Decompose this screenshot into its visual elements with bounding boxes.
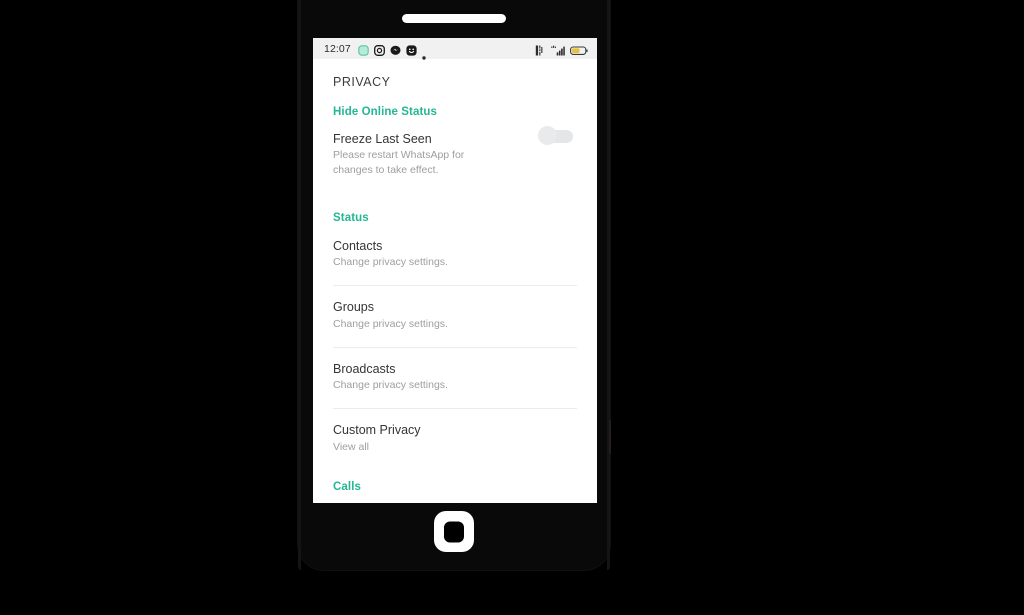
section-status: Status Contacts Change privacy settings.…: [313, 177, 597, 454]
sim-card-icon: [535, 43, 546, 56]
row-freeze-last-seen[interactable]: Freeze Last Seen Please restart WhatsApp…: [313, 118, 597, 177]
row-title: Custom Privacy: [333, 423, 421, 438]
section-calls: Calls Who can call me?: [313, 454, 597, 503]
row-subtitle: Please restart WhatsApp for changes to t…: [333, 149, 465, 176]
row-who-can-call-me[interactable]: Who can call me?: [313, 493, 597, 503]
more-notifications-dot: [422, 47, 426, 60]
home-button[interactable]: [434, 511, 474, 552]
row-title: Broadcasts: [333, 361, 396, 376]
status-bar-notification-icons: [358, 43, 426, 60]
row-subtitle: Change privacy settings.: [333, 317, 448, 330]
status-bar-clock: 12:07: [324, 42, 351, 55]
earpiece-speaker: [402, 14, 506, 23]
instagram-notification-icon: [373, 43, 385, 56]
status-bar-system-icons: [535, 43, 588, 56]
row-groups[interactable]: Groups Change privacy settings.: [313, 286, 597, 331]
section-header-status: Status: [333, 211, 369, 224]
phone-bezel-left: [298, 0, 301, 570]
phone-bezel-right: [607, 0, 610, 570]
signal-bars-icon: [551, 43, 565, 56]
privacy-settings-content[interactable]: PRIVACY Hide Online Status Freeze Last S…: [313, 59, 597, 503]
row-custom-privacy[interactable]: Custom Privacy View all: [313, 409, 597, 454]
freeze-last-seen-toggle[interactable]: [538, 126, 573, 145]
row-subtitle: View all: [333, 440, 369, 453]
row-contacts[interactable]: Contacts Change privacy settings.: [313, 224, 597, 270]
phone-screen: 12:07 PRIVACY Hide Online Status Freeze …: [313, 38, 597, 503]
home-button-inner: [444, 521, 464, 542]
phone-side-power-button[interactable]: [609, 420, 611, 454]
section-hide-online-status: Hide Online Status Freeze Last Seen Plea…: [313, 89, 597, 177]
messenger-notification-icon: [390, 43, 401, 55]
row-title: Groups: [333, 300, 374, 315]
snapchat-notification-icon: [406, 43, 417, 56]
whatsapp-notification-icon: [358, 43, 369, 56]
row-broadcasts[interactable]: Broadcasts Change privacy settings.: [313, 348, 597, 393]
page-title: PRIVACY: [333, 75, 391, 89]
toggle-knob: [538, 126, 557, 145]
status-bar: 12:07: [313, 38, 597, 60]
section-header-hide-online-status: Hide Online Status: [333, 106, 438, 118]
row-subtitle: Change privacy settings.: [333, 379, 448, 392]
phone-device: 12:07 PRIVACY Hide Online Status Freeze …: [298, 0, 611, 570]
row-title: Contacts: [333, 238, 383, 253]
battery-icon: [570, 43, 588, 55]
row-subtitle: Change privacy settings.: [333, 256, 448, 269]
section-header-calls: Calls: [333, 480, 361, 493]
